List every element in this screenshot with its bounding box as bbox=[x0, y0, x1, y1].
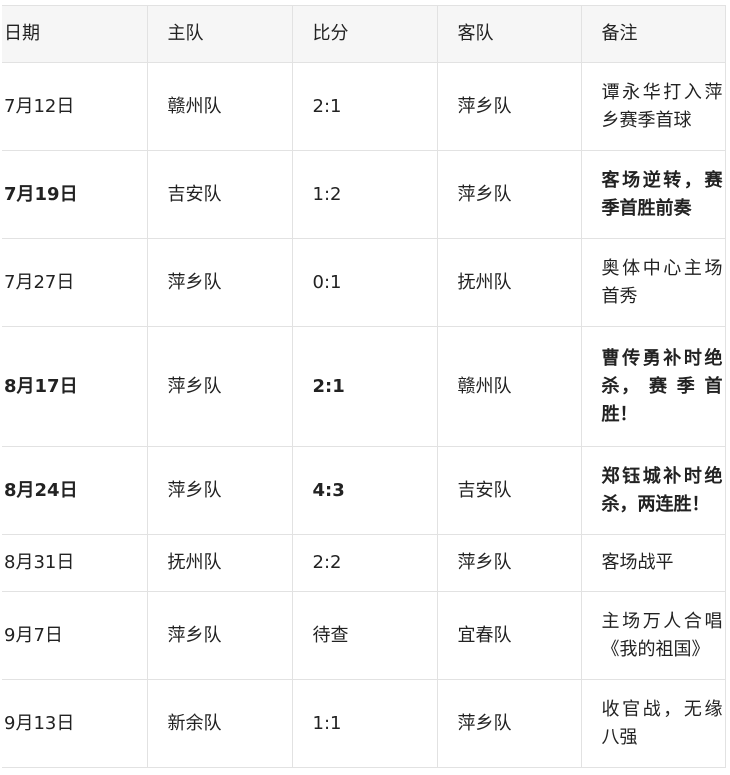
cell-note: 客场战平 bbox=[580, 534, 726, 592]
cell-home-team: 吉安队 bbox=[146, 150, 293, 239]
table-header: 日期 主队 比分 客队 备注 bbox=[2, 5, 726, 63]
cell-date: 7月27日 bbox=[2, 238, 148, 327]
cell-score: 0:1 bbox=[291, 238, 438, 327]
cell-note: 客场逆转，赛季首胜前奏 bbox=[580, 150, 726, 239]
cell-away-team: 吉安队 bbox=[436, 446, 582, 535]
table-body: 7月12日 赣州队 2:1 萍乡队 谭永华打入萍乡赛季首球 7月19日 吉安队 … bbox=[2, 62, 726, 768]
cell-score: 2:2 bbox=[291, 534, 438, 592]
cell-note: 谭永华打入萍乡赛季首球 bbox=[580, 62, 726, 151]
cell-home-team: 萍乡队 bbox=[146, 326, 293, 447]
cell-away-team: 抚州队 bbox=[436, 238, 582, 327]
cell-date: 9月13日 bbox=[2, 679, 148, 768]
cell-note: 主场万人合唱《我的祖国》 bbox=[580, 591, 726, 680]
cell-away-team: 萍乡队 bbox=[436, 62, 582, 151]
header-notes: 备注 bbox=[580, 5, 726, 63]
header-away-team: 客队 bbox=[436, 5, 582, 63]
cell-date: 9月7日 bbox=[2, 591, 148, 680]
cell-date: 7月12日 bbox=[2, 62, 148, 151]
cell-away-team: 赣州队 bbox=[436, 326, 582, 447]
cell-date: 7月19日 bbox=[2, 150, 148, 239]
cell-away-team: 萍乡队 bbox=[436, 679, 582, 768]
cell-home-team: 萍乡队 bbox=[146, 446, 293, 535]
cell-home-team: 新余队 bbox=[146, 679, 293, 768]
cell-home-team: 抚州队 bbox=[146, 534, 293, 592]
table-row: 7月19日 吉安队 1:2 萍乡队 客场逆转，赛季首胜前奏 bbox=[2, 150, 726, 239]
table-row: 8月24日 萍乡队 4:3 吉安队 郑钰城补时绝杀，两连胜！ bbox=[2, 446, 726, 535]
cell-away-team: 宜春队 bbox=[436, 591, 582, 680]
cell-score: 2:1 bbox=[291, 326, 438, 447]
cell-date: 8月17日 bbox=[2, 326, 148, 447]
header-home-team: 主队 bbox=[146, 5, 293, 63]
cell-note: 奥体中心主场首秀 bbox=[580, 238, 726, 327]
cell-note: 收官战，无缘八强 bbox=[580, 679, 726, 768]
table-row: 7月27日 萍乡队 0:1 抚州队 奥体中心主场首秀 bbox=[2, 238, 726, 327]
cell-score: 1:1 bbox=[291, 679, 438, 768]
table-row: 9月7日 萍乡队 待查 宜春队 主场万人合唱《我的祖国》 bbox=[2, 591, 726, 680]
table-row: 7月12日 赣州队 2:1 萍乡队 谭永华打入萍乡赛季首球 bbox=[2, 62, 726, 151]
cell-date: 8月31日 bbox=[2, 534, 148, 592]
cell-away-team: 萍乡队 bbox=[436, 534, 582, 592]
cell-home-team: 萍乡队 bbox=[146, 238, 293, 327]
table-row: 9月13日 新余队 1:1 萍乡队 收官战，无缘八强 bbox=[2, 679, 726, 768]
cell-note: 曹传勇补时绝杀， 赛 季 首胜！ bbox=[580, 326, 726, 447]
cell-note: 郑钰城补时绝杀，两连胜！ bbox=[580, 446, 726, 535]
header-date: 日期 bbox=[2, 5, 148, 63]
cell-score: 1:2 bbox=[291, 150, 438, 239]
cell-home-team: 萍乡队 bbox=[146, 591, 293, 680]
cell-score: 2:1 bbox=[291, 62, 438, 151]
cell-score: 待查 bbox=[291, 591, 438, 680]
header-score: 比分 bbox=[291, 5, 438, 63]
cell-home-team: 赣州队 bbox=[146, 62, 293, 151]
cell-score: 4:3 bbox=[291, 446, 438, 535]
table-row: 8月31日 抚州队 2:2 萍乡队 客场战平 bbox=[2, 534, 726, 592]
cell-date: 8月24日 bbox=[2, 446, 148, 535]
cell-away-team: 萍乡队 bbox=[436, 150, 582, 239]
header-row: 日期 主队 比分 客队 备注 bbox=[2, 5, 726, 63]
table-row: 8月17日 萍乡队 2:1 赣州队 曹传勇补时绝杀， 赛 季 首胜！ bbox=[2, 326, 726, 447]
match-schedule-table: 日期 主队 比分 客队 备注 7月12日 赣州队 2:1 萍乡队 谭永华打入萍乡… bbox=[2, 5, 726, 768]
